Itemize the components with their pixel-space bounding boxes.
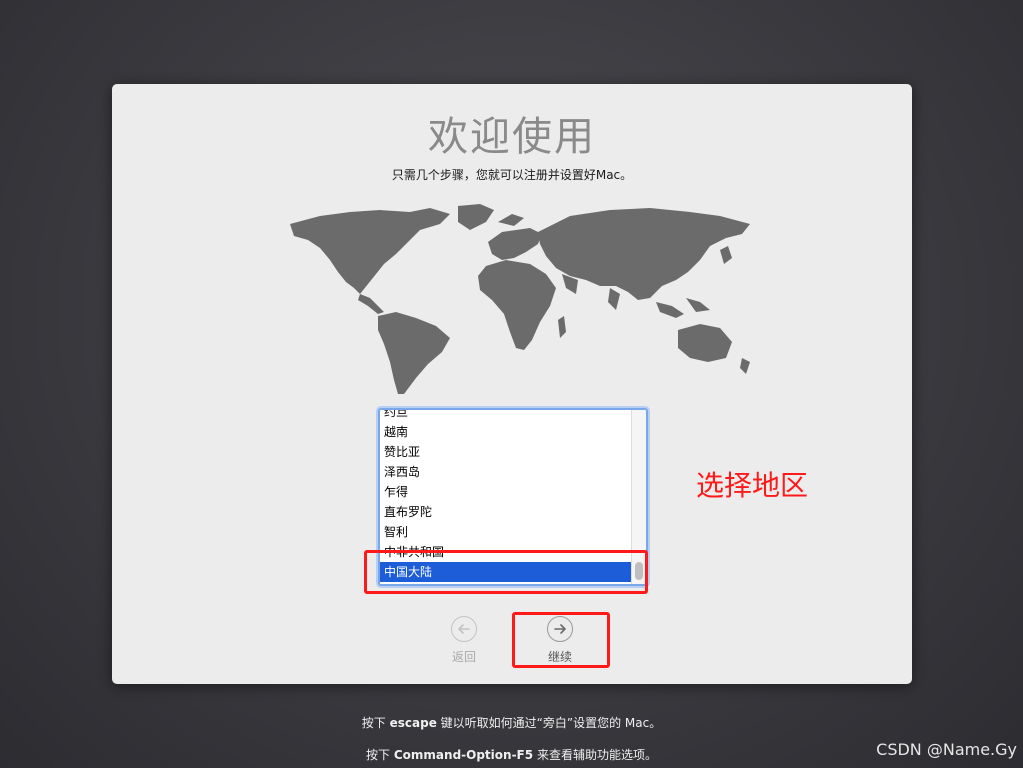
- footer-accessibility-hint: 按下 Command-Option-F5 来查看辅助功能选项。: [0, 746, 1023, 763]
- watermark: CSDN @Name.Gy: [876, 740, 1017, 759]
- footer-text: 键以听取如何通过“旁白”设置您的 Mac。: [440, 716, 662, 730]
- footer-text: 来查看辅助功能选项。: [536, 748, 657, 762]
- back-button[interactable]: 返回: [434, 616, 494, 665]
- list-item[interactable]: 智利: [380, 522, 632, 542]
- list-item[interactable]: 乍得: [380, 482, 632, 502]
- list-item[interactable]: 赞比亚: [380, 442, 632, 462]
- annotation-box-selection: [364, 550, 648, 594]
- back-label: 返回: [451, 650, 476, 664]
- footer-text: 按下: [361, 716, 386, 730]
- list-item[interactable]: 直布罗陀: [380, 502, 632, 522]
- page-subtitle: 只需几个步骤，您就可以注册并设置好Mac。: [391, 168, 633, 182]
- arrow-left-circle-icon: [451, 616, 477, 642]
- annotation-box-continue: [512, 612, 610, 668]
- world-map-image: [290, 204, 750, 394]
- footer-voiceover-hint: 按下 escape 键以听取如何通过“旁白”设置您的 Mac。: [0, 714, 1023, 731]
- annotation-label: 选择地区: [696, 469, 809, 502]
- footer-text: 按下: [366, 748, 391, 762]
- setup-assistant-panel: 欢迎使用 只需几个步骤，您就可以注册并设置好Mac。 约旦 越南 赞比亚 泽西岛…: [112, 84, 912, 684]
- list-item[interactable]: 泽西岛: [380, 462, 632, 482]
- list-item[interactable]: 约旦: [380, 410, 632, 422]
- footer-key: Command-Option-F5: [393, 748, 534, 762]
- footer-key: escape: [389, 716, 437, 730]
- page-title: 欢迎使用: [428, 114, 596, 160]
- list-item[interactable]: 越南: [380, 422, 632, 442]
